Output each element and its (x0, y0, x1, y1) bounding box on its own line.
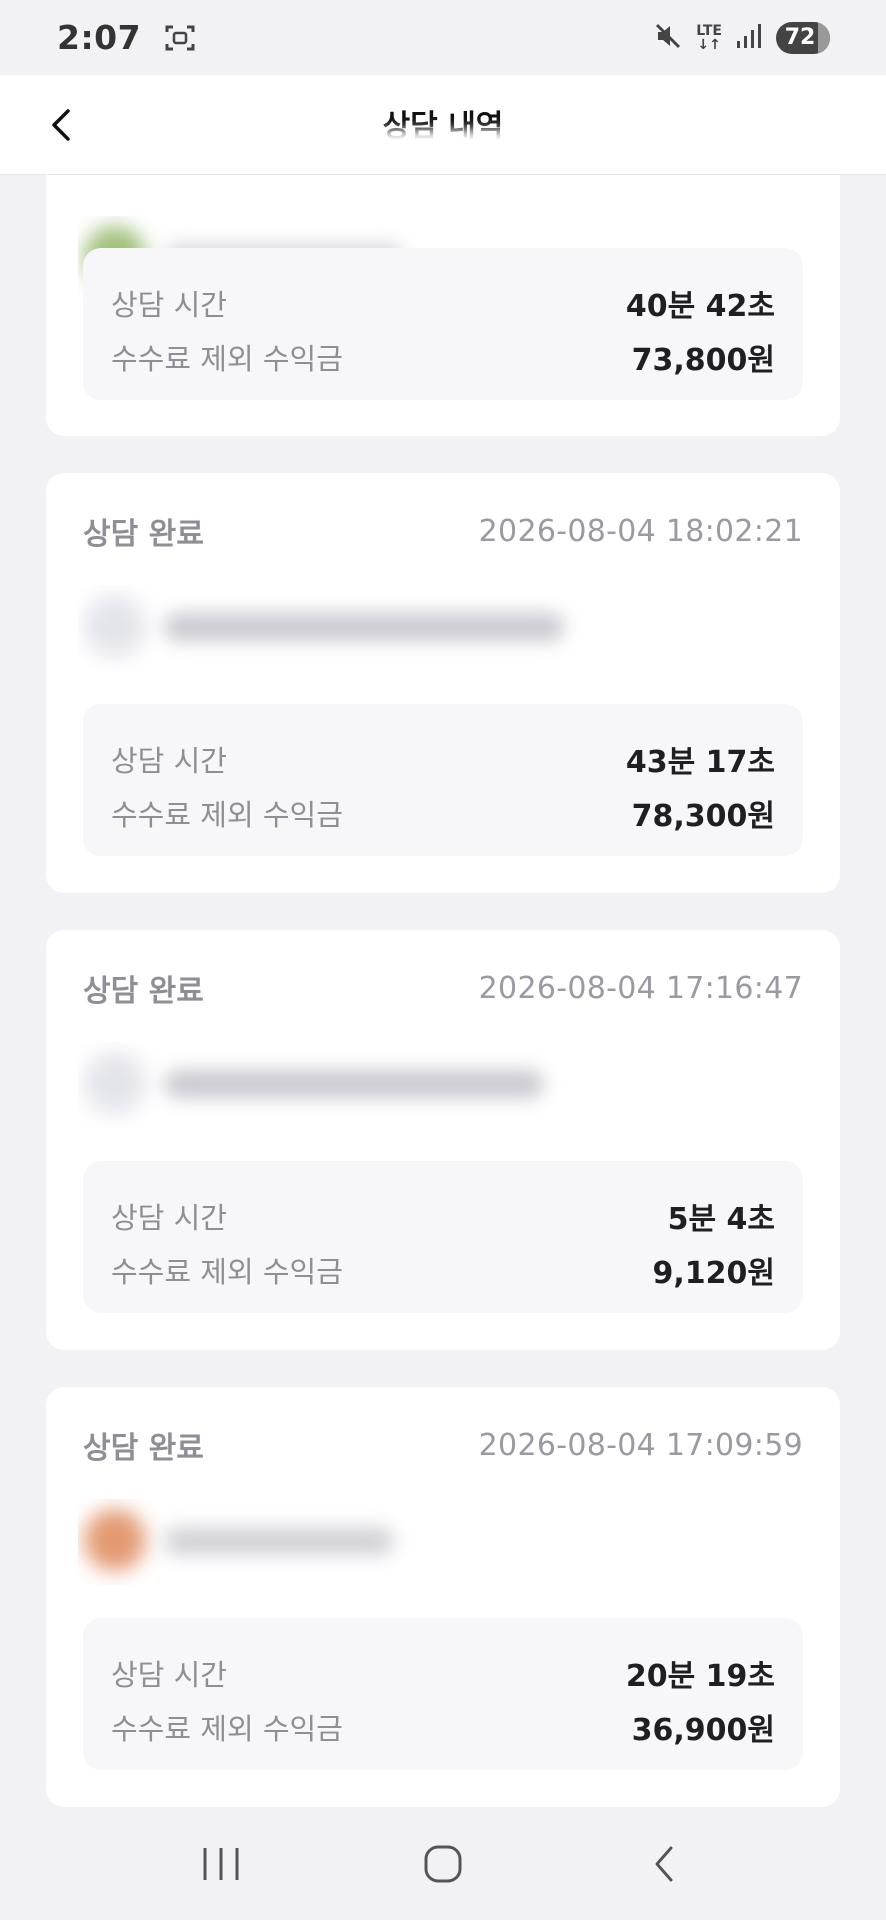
recent-apps-icon (203, 1848, 239, 1880)
home-icon (424, 1845, 462, 1883)
recent-apps-button[interactable] (191, 1834, 251, 1894)
client-info-blurred (78, 1042, 638, 1128)
mute-icon (654, 22, 682, 54)
duration-value: 40분 42초 (625, 289, 775, 324)
duration-label: 상담 시간 (111, 1201, 227, 1235)
signal-icon (736, 23, 762, 53)
duration-label: 상담 시간 (111, 744, 227, 778)
consultation-stats: 상담 시간 43분 17초 수수료 제외 수익금 78,300원 (83, 704, 803, 856)
earnings-value: 36,900원 (631, 1713, 775, 1748)
client-avatar (84, 595, 146, 657)
consultation-date: 2026-08-04 18:02:21 (478, 513, 803, 549)
duration-value: 43분 17초 (625, 745, 775, 780)
earnings-label: 수수료 제외 수익금 (111, 342, 343, 376)
earnings-label: 수수료 제외 수익금 (111, 1255, 343, 1289)
client-info-blurred (78, 1499, 638, 1585)
network-type: LTE ↓↑ (696, 22, 722, 53)
consultation-stats: 상담 시간 40분 42초 수수료 제외 수익금 73,800원 (83, 248, 803, 400)
earnings-label: 수수료 제외 수익금 (111, 798, 343, 832)
consultation-date: 2026-08-04 17:16:47 (478, 970, 803, 1006)
consultation-stats: 상담 시간 5분 4초 수수료 제외 수익금 9,120원 (83, 1161, 803, 1313)
duration-value: 20분 19초 (625, 1659, 775, 1694)
status-label: 상담 완료 (83, 974, 204, 1009)
earnings-value: 9,120원 (652, 1256, 776, 1291)
consultation-card[interactable]: 상담 완료 2026-08-04 17:09:59 상담 시간 20분 19초 … (46, 1387, 840, 1807)
screenshot-icon (165, 24, 195, 52)
consultation-card[interactable]: 상담 완료 2026-08-04 17:16:47 상담 시간 5분 4초 수수… (46, 930, 840, 1350)
back-icon (655, 1846, 673, 1882)
duration-label: 상담 시간 (111, 1658, 227, 1692)
duration-value: 5분 4초 (667, 1202, 775, 1237)
consultation-stats: 상담 시간 20분 19초 수수료 제외 수익금 36,900원 (83, 1618, 803, 1770)
system-back-button[interactable] (635, 1834, 695, 1894)
status-label: 상담 완료 (83, 1431, 204, 1466)
status-time: 2:07 (57, 18, 142, 57)
battery-indicator: 72 (776, 21, 830, 54)
system-nav-bar (0, 1808, 886, 1920)
client-avatar (84, 1509, 146, 1571)
earnings-value: 73,800원 (631, 343, 775, 378)
client-avatar (84, 1052, 146, 1114)
home-button[interactable] (413, 1834, 473, 1894)
consultation-date: 2026-08-04 17:09:59 (478, 1427, 803, 1463)
status-label: 상담 완료 (83, 517, 204, 552)
app-header: 상담 내역 (0, 75, 886, 175)
status-bar: 2:07 LTE ↓↑ 72 (0, 0, 886, 75)
consultation-card[interactable]: 상담 완료 2026-08-04 18:02:21 상담 시간 43분 17초 … (46, 473, 840, 893)
duration-label: 상담 시간 (111, 288, 227, 322)
earnings-value: 78,300원 (631, 799, 775, 834)
earnings-label: 수수료 제외 수익금 (111, 1712, 343, 1746)
client-info-blurred (78, 585, 638, 671)
